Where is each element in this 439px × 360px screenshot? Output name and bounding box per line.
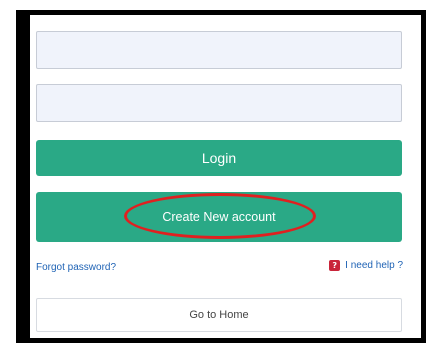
create-account-button[interactable]: Create New account [36, 192, 402, 242]
need-help-link[interactable]: ? I need help ? [329, 260, 403, 271]
username-input[interactable] [37, 32, 401, 68]
login-button[interactable]: Login [36, 140, 402, 176]
left-frame-border [20, 10, 30, 338]
go-to-home-button[interactable]: Go to Home [36, 298, 402, 332]
password-input[interactable] [37, 85, 401, 121]
need-help-label: I need help ? [345, 260, 403, 271]
forgot-password-link[interactable]: Forgot password? [36, 262, 116, 273]
password-field[interactable] [36, 84, 402, 122]
username-field[interactable] [36, 31, 402, 69]
help-icon: ? [329, 260, 341, 271]
